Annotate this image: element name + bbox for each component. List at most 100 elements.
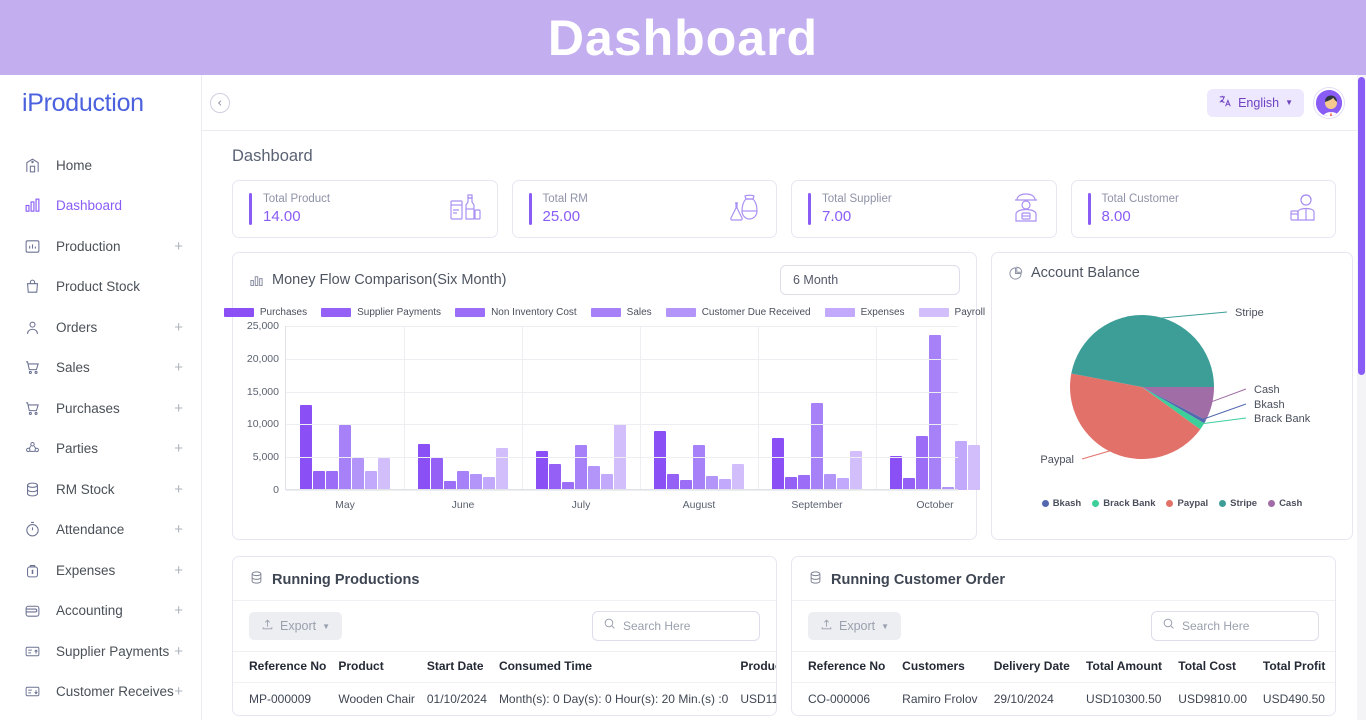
export-button[interactable]: Export ▼ bbox=[249, 612, 343, 640]
pie-legend-item[interactable]: Bkash bbox=[1041, 498, 1081, 509]
legend-item[interactable]: Payroll bbox=[918, 307, 985, 318]
table-column-header[interactable]: Product bbox=[332, 651, 421, 683]
expand-icon[interactable]: + bbox=[174, 482, 183, 497]
table-row[interactable]: MP-000009 Wooden Chair 01/10/2024 Month(s):… bbox=[233, 682, 776, 715]
bar[interactable] bbox=[601, 473, 613, 490]
bar[interactable] bbox=[654, 431, 666, 490]
expand-icon[interactable]: + bbox=[174, 239, 183, 254]
legend-item[interactable]: Expenses bbox=[824, 307, 905, 318]
expand-icon[interactable]: + bbox=[174, 401, 183, 416]
sidebar-item-production[interactable]: Production + bbox=[0, 226, 201, 267]
bar[interactable] bbox=[365, 470, 377, 490]
bar[interactable] bbox=[588, 466, 600, 490]
pie-legend-item[interactable]: Paypal bbox=[1166, 498, 1208, 509]
sidebar-item-purchases[interactable]: Purchases + bbox=[0, 388, 201, 429]
pie-legend-item[interactable]: Stripe bbox=[1219, 498, 1257, 509]
bar[interactable] bbox=[693, 444, 705, 490]
language-selector[interactable]: English ▼ bbox=[1207, 88, 1304, 117]
table-column-header[interactable]: Delivery Date bbox=[987, 651, 1081, 683]
sidebar-item-customer-receives[interactable]: Customer Receives + bbox=[0, 672, 201, 713]
sidebar-item-product-stock[interactable]: Product Stock bbox=[0, 267, 201, 308]
sidebar-item-orders[interactable]: Orders + bbox=[0, 307, 201, 348]
sidebar-item-sales[interactable]: Sales + bbox=[0, 348, 201, 389]
expand-icon[interactable]: + bbox=[174, 320, 183, 335]
bar[interactable] bbox=[890, 455, 902, 490]
search-box[interactable] bbox=[1151, 611, 1319, 641]
bar[interactable] bbox=[667, 473, 679, 490]
expand-icon[interactable]: + bbox=[174, 684, 183, 699]
sidebar-item-expenses[interactable]: Expenses + bbox=[0, 550, 201, 591]
legend-dot bbox=[1041, 500, 1049, 507]
expand-icon[interactable]: + bbox=[174, 644, 183, 659]
main-area: English ▼ Dashboard Total Product 14.00 … bbox=[202, 75, 1366, 720]
legend-item[interactable]: Sales bbox=[590, 307, 652, 318]
table-column-header[interactable]: Total Cost bbox=[1172, 651, 1257, 683]
month-range-select[interactable]: 6 Month bbox=[780, 265, 960, 295]
bar[interactable] bbox=[732, 464, 744, 490]
table-cell: Wooden Chair bbox=[332, 682, 421, 715]
search-input[interactable] bbox=[1182, 619, 1308, 633]
legend-item[interactable]: Customer Due Received bbox=[665, 307, 811, 318]
bar[interactable] bbox=[496, 448, 508, 490]
table-column-header[interactable]: Total Profit bbox=[1256, 651, 1335, 683]
bar[interactable] bbox=[549, 464, 561, 490]
table-column-header[interactable]: Reference No bbox=[233, 651, 333, 683]
sidebar-item-home[interactable]: Home bbox=[0, 145, 201, 186]
main-scrollbar[interactable] bbox=[1357, 75, 1366, 720]
expand-icon[interactable]: + bbox=[174, 441, 183, 456]
table-cell: USD10300.50 bbox=[1080, 682, 1173, 715]
scrollbar-thumb[interactable] bbox=[1358, 77, 1365, 375]
export-button[interactable]: Export ▼ bbox=[808, 612, 902, 640]
expand-icon[interactable]: + bbox=[174, 563, 183, 578]
avatar[interactable] bbox=[1314, 87, 1344, 118]
table-cell: MP-000009 bbox=[233, 682, 333, 715]
bar[interactable] bbox=[824, 474, 836, 490]
table-column-header[interactable]: Reference No bbox=[792, 651, 897, 683]
pie-legend-item[interactable]: Brack Bank bbox=[1092, 498, 1155, 509]
sidebar-item-parties[interactable]: Parties + bbox=[0, 429, 201, 470]
table-column-header[interactable]: Consumed Time bbox=[492, 651, 735, 683]
account-balance-card: Account Balance Bkash Brack Bank Paypal Str… bbox=[991, 252, 1353, 540]
bar[interactable] bbox=[470, 474, 482, 490]
bar[interactable] bbox=[378, 457, 390, 490]
bar[interactable] bbox=[457, 470, 469, 490]
sidebar-item-rm-stock[interactable]: RM Stock + bbox=[0, 469, 201, 510]
bar[interactable] bbox=[772, 438, 784, 490]
bar[interactable] bbox=[300, 404, 312, 490]
legend-item[interactable]: Non Inventory Cost bbox=[455, 307, 577, 318]
sidebar-item-dashboard[interactable]: Dashboard bbox=[0, 186, 201, 227]
search-box[interactable] bbox=[592, 611, 760, 641]
bar[interactable] bbox=[418, 444, 430, 490]
legend-item[interactable]: Supplier Payments bbox=[321, 307, 441, 318]
legend-swatch bbox=[223, 308, 254, 317]
table-column-header[interactable]: Total Amount bbox=[1080, 651, 1173, 683]
bar[interactable] bbox=[575, 444, 587, 490]
bar[interactable] bbox=[431, 457, 443, 490]
bar[interactable] bbox=[968, 444, 980, 490]
legend-item[interactable]: Purchases bbox=[223, 307, 307, 318]
table-column-header[interactable]: Start Date bbox=[420, 651, 493, 683]
pie-slice[interactable] bbox=[1071, 315, 1214, 387]
sidebar-item-accounting[interactable]: Accounting + bbox=[0, 591, 201, 632]
sidebar-item-attendance[interactable]: Attendance + bbox=[0, 510, 201, 551]
bar[interactable] bbox=[955, 441, 967, 490]
bar[interactable] bbox=[352, 457, 364, 490]
table-column-header[interactable]: Production Cost bbox=[734, 651, 776, 683]
expand-icon[interactable]: + bbox=[174, 522, 183, 537]
bar[interactable] bbox=[811, 403, 823, 490]
sidebar-collapse-button[interactable] bbox=[210, 92, 230, 113]
bar[interactable] bbox=[798, 474, 810, 490]
bar[interactable] bbox=[916, 436, 928, 490]
expand-icon[interactable]: + bbox=[174, 360, 183, 375]
pie-legend-item[interactable]: Cash bbox=[1268, 498, 1302, 509]
bar[interactable] bbox=[326, 470, 338, 490]
expand-icon[interactable]: + bbox=[174, 603, 183, 618]
bar[interactable] bbox=[313, 470, 325, 490]
search-input[interactable] bbox=[623, 619, 749, 633]
brand-logo[interactable]: iProduction bbox=[0, 75, 201, 131]
table-row[interactable]: CO-000006 Ramiro Frolov 29/10/2024 USD10300… bbox=[792, 682, 1335, 715]
bar[interactable] bbox=[706, 476, 718, 490]
sidebar-scrollbar[interactable] bbox=[197, 75, 201, 720]
table-column-header[interactable]: Customers bbox=[896, 651, 988, 683]
sidebar-item-supplier-payments[interactable]: Supplier Payments + bbox=[0, 631, 201, 672]
